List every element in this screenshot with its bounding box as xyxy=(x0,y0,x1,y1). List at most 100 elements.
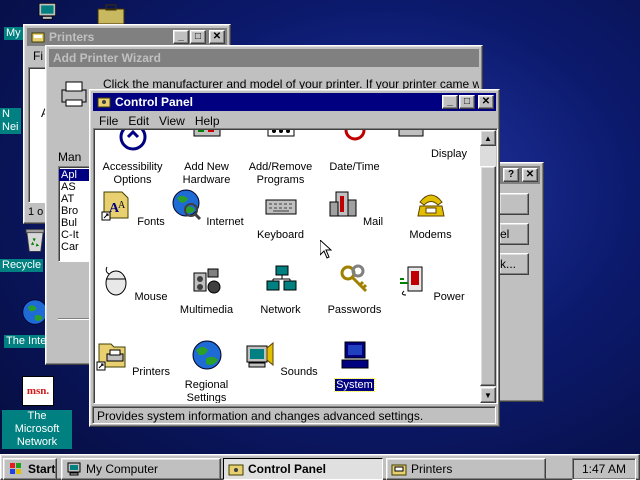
regional-settings-icon xyxy=(192,340,221,370)
desktop-icon-recycle-bin[interactable]: Recycle xyxy=(0,226,50,272)
cp-item-add-new-hardware[interactable]: Add New Hardware xyxy=(169,130,244,187)
scroll-thumb[interactable] xyxy=(480,166,496,386)
system-icon xyxy=(341,341,368,369)
control-panel-icon xyxy=(97,97,111,108)
cp-item-label: Power xyxy=(433,291,465,303)
cp-item-label: Regional Settings xyxy=(184,379,229,403)
status-bar: Provides system information and changes … xyxy=(92,406,496,424)
my-computer-icon xyxy=(38,3,56,20)
cp-item-accessibility[interactable]: Accessibility Options xyxy=(95,130,170,187)
vertical-scrollbar[interactable]: ▲ ▼ xyxy=(480,130,496,403)
help-button[interactable]: ? xyxy=(503,168,519,182)
cp-item-label: Network xyxy=(260,304,301,316)
cp-item-add-remove-programs[interactable]: Add/Remove Programs xyxy=(243,130,318,187)
task-my-computer[interactable]: My Computer xyxy=(61,458,221,480)
printers-status-text: 1 o xyxy=(28,206,44,218)
list-item[interactable]: AT xyxy=(59,193,91,205)
cp-item-fonts[interactable]: AA Fonts xyxy=(95,188,170,229)
add-hardware-icon xyxy=(193,130,220,137)
minimize-button[interactable]: _ xyxy=(173,30,189,44)
scroll-up-button[interactable]: ▲ xyxy=(480,130,496,146)
dialog-button-label: el xyxy=(500,227,510,241)
desktop-icon-label: Recycle xyxy=(0,259,44,272)
manufacturers-list[interactable]: Apl AS AT Bro Bul C-It Car xyxy=(58,166,92,262)
cp-item-printers[interactable]: Printers xyxy=(95,338,170,379)
cp-item-keyboard[interactable]: Keyboard xyxy=(243,188,318,242)
cp-item-multimedia[interactable]: Multimedia xyxy=(169,263,244,317)
cp-item-mail[interactable]: Mail xyxy=(317,188,392,229)
task-label: Printers xyxy=(411,462,453,476)
cp-item-regional-settings[interactable]: Regional Settings xyxy=(169,338,244,403)
mail-icon xyxy=(329,191,357,217)
msn-logo-text: msn. xyxy=(26,385,50,397)
scroll-down-button[interactable]: ▼ xyxy=(480,387,496,403)
dialog-properties-button[interactable]: k... xyxy=(499,253,529,275)
cp-item-label: Mouse xyxy=(134,291,168,303)
power-icon xyxy=(400,266,423,296)
printers-titlebar[interactable]: Printers _ □ ✕ xyxy=(27,28,227,46)
close-button[interactable]: ✕ xyxy=(209,30,225,44)
cp-item-display[interactable]: Display xyxy=(393,130,468,161)
dialog-button-1[interactable] xyxy=(499,193,529,215)
window-title: Printers xyxy=(49,30,95,44)
task-label: My Computer xyxy=(86,462,159,476)
system-properties-dialog[interactable]: ? ✕ el k... xyxy=(498,162,544,402)
list-item[interactable]: Bul xyxy=(59,217,91,229)
dialog-cancel-button[interactable]: el xyxy=(499,223,529,245)
status-text: Provides system information and changes … xyxy=(97,409,424,423)
internet-icon xyxy=(172,189,202,221)
menu-view[interactable]: View xyxy=(154,114,190,128)
taskbar: Start My Computer Control Panel Printers… xyxy=(0,454,640,480)
cp-item-date-time[interactable]: Date/Time xyxy=(317,130,392,174)
date-time-icon xyxy=(344,130,365,141)
add-remove-programs-icon xyxy=(267,130,294,137)
list-item[interactable]: Apl xyxy=(59,169,91,181)
menu-help[interactable]: Help xyxy=(190,114,225,128)
list-item[interactable]: Bro xyxy=(59,205,91,217)
cp-item-system[interactable]: System xyxy=(317,338,392,392)
wizard-titlebar[interactable]: Add Printer Wizard xyxy=(49,49,479,67)
minimize-button[interactable]: _ xyxy=(442,95,458,109)
list-item[interactable]: AS xyxy=(59,181,91,193)
manufacturers-label: Man xyxy=(58,150,82,164)
control-panel-icon-view[interactable]: Accessibility Options Add New Hardware A… xyxy=(95,130,483,403)
control-panel-titlebar[interactable]: Control Panel _ □ ✕ xyxy=(93,93,496,111)
close-button[interactable]: ✕ xyxy=(522,168,538,182)
mouse-cursor-icon xyxy=(320,240,332,259)
dialog-titlebar[interactable]: ? ✕ xyxy=(499,166,540,184)
task-control-panel[interactable]: Control Panel xyxy=(223,458,383,480)
system-tray-clock[interactable]: 1:47 AM xyxy=(572,458,636,480)
cp-item-sounds[interactable]: Sounds xyxy=(243,338,318,379)
desktop-icon-label: My xyxy=(4,27,23,40)
list-item[interactable]: Car xyxy=(59,241,91,253)
cp-item-label: Mail xyxy=(362,216,384,228)
cp-item-label: System xyxy=(334,378,375,392)
cp-item-label: Internet xyxy=(206,216,244,228)
cp-item-passwords[interactable]: Passwords xyxy=(317,263,392,317)
close-button[interactable]: ✕ xyxy=(478,95,494,109)
clock-text: 1:47 AM xyxy=(581,462,627,476)
cp-item-internet[interactable]: Internet xyxy=(169,188,244,229)
cp-item-modems[interactable]: Modems xyxy=(393,188,468,242)
windows-logo-icon xyxy=(10,463,21,474)
maximize-button[interactable]: □ xyxy=(190,30,206,44)
accessibility-icon xyxy=(119,130,146,151)
list-item[interactable]: C-It xyxy=(59,229,91,241)
cp-item-mouse[interactable]: Mouse xyxy=(95,263,170,304)
task-printers[interactable]: Printers xyxy=(386,458,546,480)
desktop-icon-label: The Microsoft Network xyxy=(2,410,72,449)
cp-item-power[interactable]: Power xyxy=(393,263,468,304)
cp-item-network[interactable]: Network xyxy=(243,263,318,317)
maximize-button[interactable]: □ xyxy=(459,95,475,109)
desktop-icon-msn[interactable]: msn. The Microsoft Network xyxy=(2,376,72,449)
my-computer-icon xyxy=(67,462,81,476)
start-button[interactable]: Start xyxy=(3,458,57,480)
printers-folder-icon xyxy=(391,464,407,476)
cp-item-label: Date/Time xyxy=(329,161,380,173)
desktop-icon-label: The Inte xyxy=(4,335,49,348)
desktop-icon-label: N Nei xyxy=(0,108,21,134)
printers-folder-icon xyxy=(31,32,45,43)
cp-item-label: Accessibility Options xyxy=(102,161,163,186)
menu-edit[interactable]: Edit xyxy=(123,114,154,128)
menu-file[interactable]: File xyxy=(94,114,123,128)
